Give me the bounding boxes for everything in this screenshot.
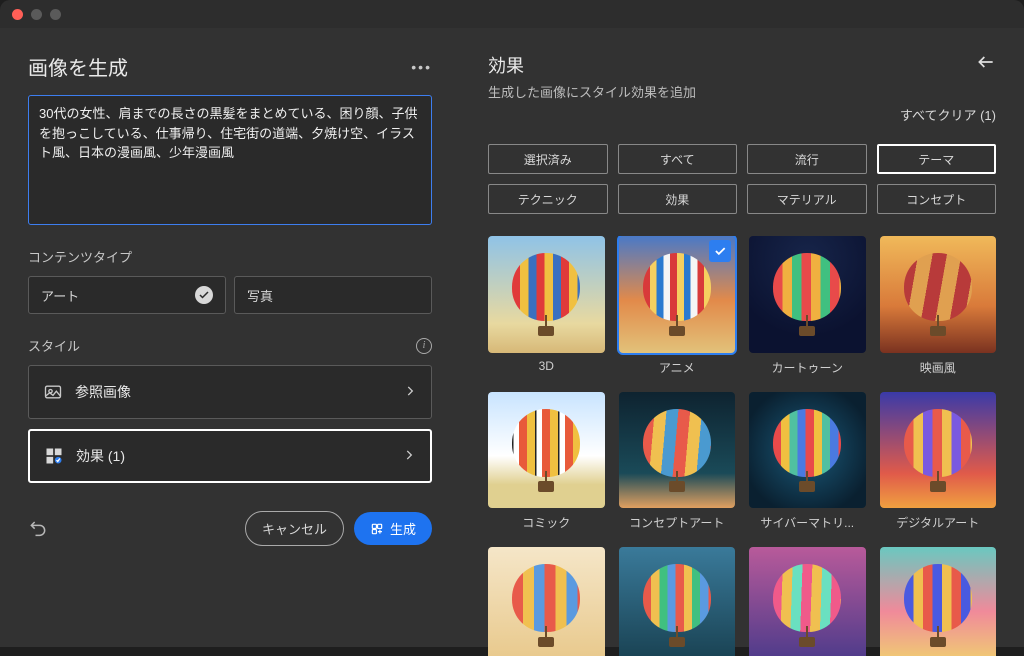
minimize-window-button[interactable] <box>31 9 42 20</box>
filter-concept[interactable]: コンセプト <box>877 184 997 214</box>
effects-icon <box>44 446 64 466</box>
effects-label: 効果 (1) <box>76 446 390 466</box>
effect-thumb-cyber-matrix[interactable]: サイバーマトリ... <box>749 392 866 532</box>
thumb-label: サイバーマトリ... <box>749 514 866 531</box>
effect-thumb-anime[interactable]: アニメ <box>619 236 736 376</box>
info-icon[interactable]: i <box>416 338 432 354</box>
thumb-label: コンセプトアート <box>619 514 736 531</box>
effect-thumb-cartoon[interactable]: カートゥーン <box>749 236 866 376</box>
effect-thumb-3d[interactable]: 3D <box>488 236 605 376</box>
clear-all-button[interactable]: すべてクリア (1) <box>900 108 996 123</box>
filter-popular[interactable]: 流行 <box>747 144 867 174</box>
generate-button-label: 生成 <box>390 519 416 538</box>
prompt-input[interactable] <box>28 95 432 225</box>
thumb-label: カートゥーン <box>749 359 866 376</box>
effect-thumb-flat-design[interactable]: フラットデザイン <box>488 547 605 656</box>
content-type-photo-button[interactable]: 写真 <box>234 276 432 314</box>
effects-panel: 効果 生成した画像にスタイル効果を追加 すべてクリア (1) 選択済み すべて … <box>460 28 1024 647</box>
content-type-art-label: アート <box>41 286 79 305</box>
filter-technique[interactable]: テクニック <box>488 184 608 214</box>
chevron-right-icon <box>402 448 416 465</box>
thumb-label: 3D <box>488 359 605 373</box>
sparkle-icon <box>370 522 384 536</box>
filter-theme[interactable]: テーマ <box>877 144 997 174</box>
back-arrow-button[interactable] <box>976 52 996 77</box>
window-titlebar <box>0 0 1024 28</box>
content-type-art-button[interactable]: アート <box>28 276 226 314</box>
close-window-button[interactable] <box>12 9 23 20</box>
thumb-label: コミック <box>488 514 605 531</box>
generate-panel: 画像を生成 ••• コンテンツタイプ アート 写真 スタイル i <box>0 28 460 647</box>
effects-subtitle: 生成した画像にスタイル効果を追加 <box>488 82 696 101</box>
maximize-window-button[interactable] <box>50 9 61 20</box>
filter-material[interactable]: マテリアル <box>747 184 867 214</box>
effect-thumb-glitch[interactable]: グリッチグラフ... <box>880 547 997 656</box>
image-icon <box>43 382 63 402</box>
effects-title: 効果 <box>488 52 696 78</box>
thumb-label: 映画風 <box>880 359 997 376</box>
filter-effect[interactable]: 効果 <box>618 184 738 214</box>
effect-thumb-concept-art[interactable]: コンセプトアート <box>619 392 736 532</box>
generate-button[interactable]: 生成 <box>354 512 432 545</box>
content-type-photo-label: 写真 <box>247 286 273 305</box>
effect-thumb-glassmorph[interactable]: グラスモーフィ... <box>749 547 866 656</box>
chevron-right-icon <box>403 384 417 401</box>
filter-selected[interactable]: 選択済み <box>488 144 608 174</box>
more-options-button[interactable]: ••• <box>411 59 432 75</box>
effect-thumb-cinematic[interactable]: 映画風 <box>880 236 997 376</box>
thumb-label: アニメ <box>619 359 736 376</box>
effect-thumb-geometry[interactable]: 幾何学 <box>619 547 736 656</box>
style-section-label: スタイル <box>28 336 80 355</box>
cancel-button[interactable]: キャンセル <box>245 511 344 546</box>
effects-row[interactable]: 効果 (1) <box>28 429 432 483</box>
check-icon <box>195 286 213 304</box>
effect-thumb-comic[interactable]: コミック <box>488 392 605 532</box>
undo-button[interactable] <box>28 517 48 540</box>
effects-grid: 3D アニメ カートゥーン 映画風 コミック コ <box>488 236 996 656</box>
panel-title: 画像を生成 <box>28 52 128 81</box>
filter-row: 選択済み すべて 流行 テーマ テクニック 効果 マテリアル コンセプト <box>488 144 996 214</box>
filter-all[interactable]: すべて <box>618 144 738 174</box>
effect-thumb-digital-art[interactable]: デジタルアート <box>880 392 997 532</box>
reference-image-row[interactable]: 参照画像 <box>28 365 432 419</box>
content-type-label: コンテンツタイプ <box>28 247 432 266</box>
selected-check-icon <box>709 240 731 262</box>
thumb-label: デジタルアート <box>880 514 997 531</box>
reference-image-label: 参照画像 <box>75 382 391 402</box>
